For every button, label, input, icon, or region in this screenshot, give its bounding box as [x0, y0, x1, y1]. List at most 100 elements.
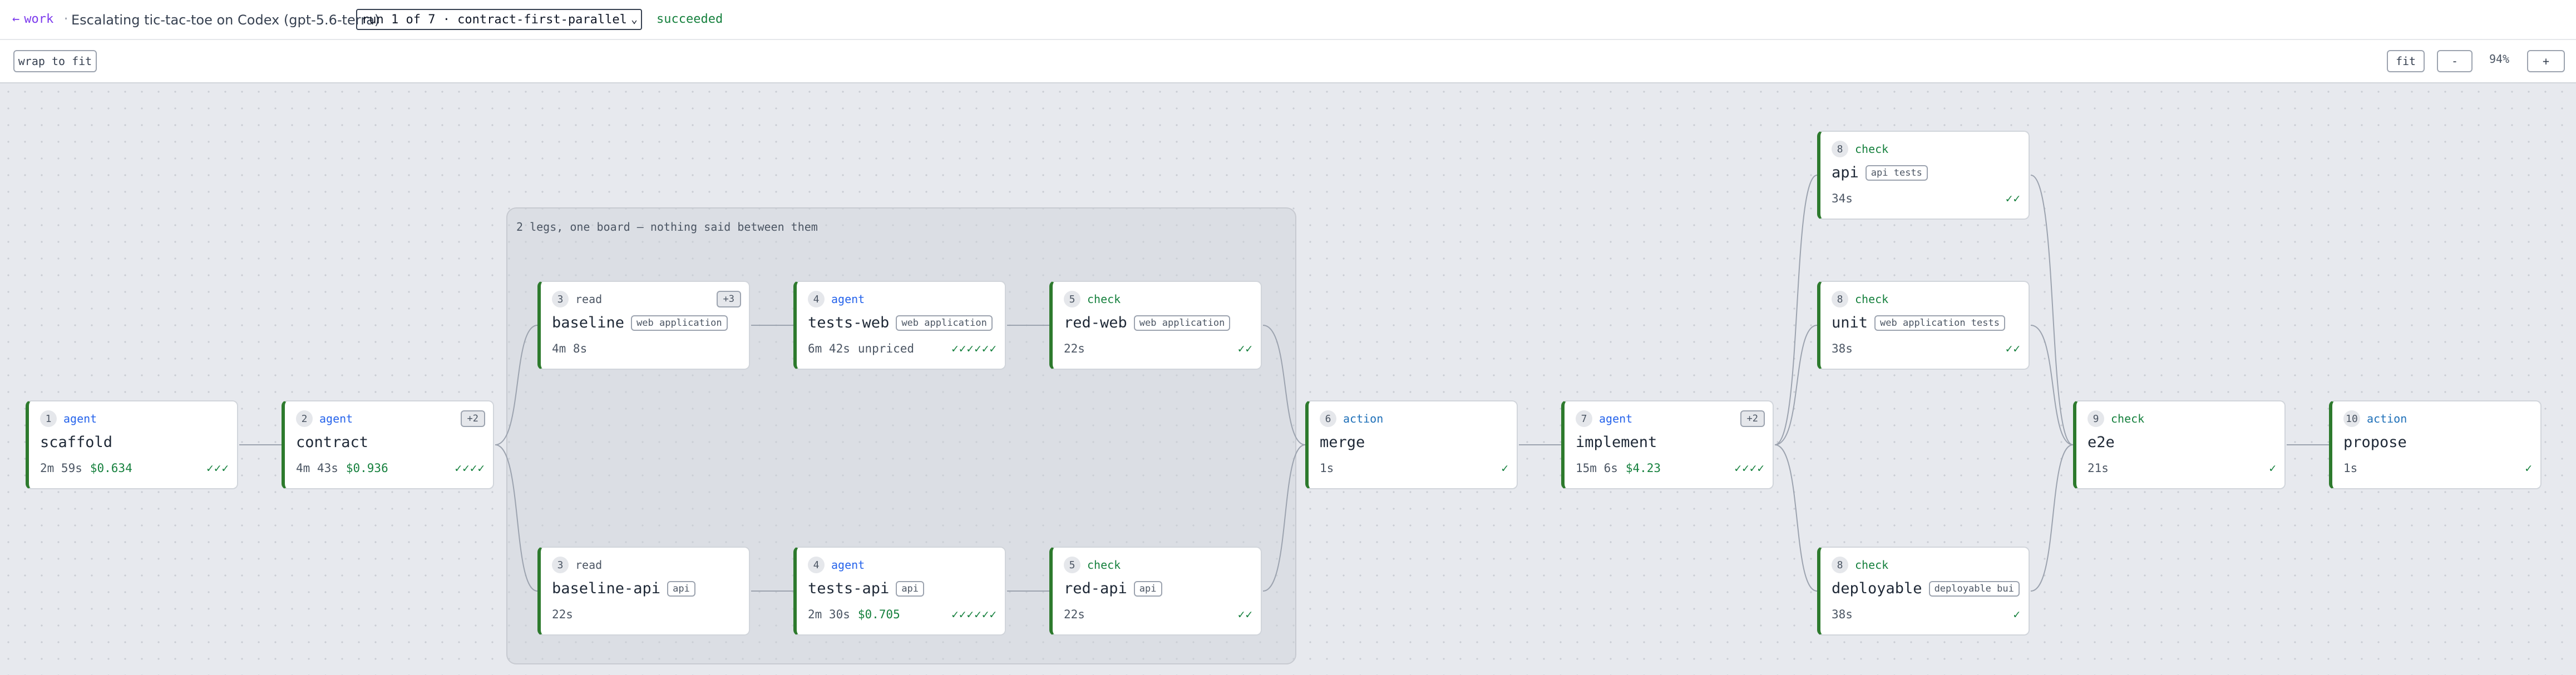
- node-name-row: propose: [2343, 434, 2533, 451]
- step-number: 5: [1064, 557, 1080, 573]
- node-duration: 22s: [1064, 608, 1085, 621]
- node-duration: 2m 30s: [808, 608, 850, 621]
- node-deployable[interactable]: 8 check deployable deployable bui 38s ✓: [1817, 547, 2030, 636]
- node-merge[interactable]: 6 action merge 1s ✓: [1305, 400, 1518, 489]
- node-header: 8 check: [1832, 141, 1888, 157]
- top-bar: ← work · Escalating tic-tac-toe on Codex…: [0, 0, 2576, 40]
- node-kind: check: [2111, 412, 2145, 425]
- node-name-row: red-web web application: [1064, 314, 1253, 331]
- chevron-down-icon: ⌄: [628, 12, 638, 26]
- node-kind: check: [1855, 558, 1889, 572]
- node-e2e[interactable]: 9 check e2e 21s ✓: [2073, 400, 2286, 489]
- node-cost: $0.936: [346, 461, 388, 475]
- status-badge: succeeded: [657, 12, 723, 26]
- node-name-row: implement: [1576, 434, 1765, 451]
- node-meta: 34s: [1832, 192, 1853, 205]
- zoom-out-button[interactable]: -: [2437, 50, 2473, 72]
- node-name-row: api api tests: [1832, 164, 2021, 181]
- node-name-row: baseline-api api: [552, 580, 741, 597]
- node-baseline-api[interactable]: 3 read baseline-api api 22s: [537, 547, 750, 636]
- node-meta: 22s: [552, 608, 573, 621]
- node-header: 8 check: [1832, 291, 1888, 307]
- node-header: 3 read: [552, 291, 602, 307]
- node-meta: 22s: [1064, 608, 1085, 621]
- node-red-api[interactable]: 5 check red-api api 22s ✓✓: [1049, 547, 1262, 636]
- node-contract[interactable]: 2 agent +2 contract 4m 43s $0.936 ✓✓✓✓: [282, 400, 494, 489]
- node-api[interactable]: 8 check api api tests 34s ✓✓: [1817, 131, 2030, 220]
- node-scaffold[interactable]: 1 agent scaffold 2m 59s $0.634 ✓✓✓: [26, 400, 238, 489]
- node-tests-web[interactable]: 4 agent tests-web web application 6m 42s…: [793, 281, 1006, 370]
- node-meta: 38s: [1832, 608, 1853, 621]
- step-number: 8: [1832, 557, 1848, 573]
- node-checks: ✓✓✓✓✓✓: [951, 342, 997, 355]
- back-label: work: [24, 12, 54, 26]
- node-header: 10 action: [2343, 410, 2407, 427]
- node-name: baseline: [552, 314, 625, 331]
- node-name: tests-web: [808, 314, 890, 331]
- node-name: implement: [1576, 434, 1657, 451]
- step-number: 9: [2088, 410, 2104, 427]
- node-meta: 4m 8s: [552, 342, 587, 355]
- step-number: 5: [1064, 291, 1080, 307]
- step-number: 3: [552, 291, 569, 307]
- node-kind: check: [1087, 292, 1121, 306]
- node-duration: 21s: [2088, 461, 2109, 475]
- step-number: 2: [296, 410, 313, 427]
- node-header: 7 agent: [1576, 410, 1632, 427]
- node-tag: api: [667, 580, 695, 597]
- node-meta: 15m 6s $4.23: [1576, 461, 1661, 475]
- more-badge[interactable]: +3: [716, 291, 741, 307]
- node-unit[interactable]: 8 check unit web application tests 38s ✓…: [1817, 281, 2030, 370]
- node-duration: 1s: [2343, 461, 2358, 475]
- more-badge[interactable]: +2: [460, 410, 485, 427]
- node-name: tests-api: [808, 580, 890, 597]
- back-link[interactable]: ← work: [12, 12, 53, 26]
- node-cost-note: unpriced: [857, 342, 915, 355]
- node-propose[interactable]: 10 action propose 1s ✓: [2329, 400, 2542, 489]
- node-kind: check: [1855, 142, 1889, 156]
- node-name: deployable: [1832, 580, 1922, 597]
- node-header: 6 action: [1320, 410, 1383, 427]
- node-kind: agent: [831, 292, 865, 306]
- node-kind: check: [1087, 558, 1121, 572]
- node-duration: 38s: [1832, 342, 1853, 355]
- run-select[interactable]: run 1 of 7 · contract-first-parallel ⌄: [356, 9, 642, 30]
- toolbar: wrap to fit fit - +: [0, 40, 2576, 83]
- node-implement[interactable]: 7 agent +2 implement 15m 6s $4.23 ✓✓✓✓: [1561, 400, 1774, 489]
- node-meta: 21s: [2088, 461, 2109, 475]
- step-number: 10: [2343, 410, 2360, 427]
- node-checks: ✓✓✓✓✓✓: [951, 608, 997, 621]
- node-tag: api: [1133, 580, 1162, 597]
- node-name-row: merge: [1320, 434, 1509, 451]
- node-red-web[interactable]: 5 check red-web web application 22s ✓✓: [1049, 281, 1262, 370]
- zoom-in-button[interactable]: +: [2527, 50, 2565, 72]
- node-cost: $4.23: [1625, 461, 1661, 475]
- zoom-level: 94%: [2489, 52, 2510, 66]
- node-kind: agent: [319, 412, 353, 425]
- node-meta: 22s: [1064, 342, 1085, 355]
- node-duration: 15m 6s: [1576, 461, 1618, 475]
- node-meta: 2m 30s $0.705: [808, 608, 900, 621]
- fit-button[interactable]: fit: [2387, 50, 2425, 72]
- node-cost: $0.634: [90, 461, 132, 475]
- node-name: e2e: [2088, 434, 2115, 451]
- node-kind: action: [1343, 412, 1384, 425]
- node-duration: 2m 59s: [40, 461, 82, 475]
- node-header: 4 agent: [808, 291, 865, 307]
- node-checks: ✓✓: [2005, 192, 2021, 205]
- node-name-row: unit web application tests: [1832, 314, 2021, 331]
- node-name: contract: [296, 434, 369, 451]
- node-baseline[interactable]: 3 read +3 baseline web application 4m 8s: [537, 281, 750, 370]
- more-badge[interactable]: +2: [1740, 410, 1765, 427]
- node-name-row: contract: [296, 434, 485, 451]
- node-tag: web application: [631, 315, 728, 331]
- wrap-to-fit-button[interactable]: wrap to fit: [13, 50, 97, 72]
- node-tests-api[interactable]: 4 agent tests-api api 2m 30s $0.705 ✓✓✓✓…: [793, 547, 1006, 636]
- node-checks: ✓✓: [2005, 342, 2021, 355]
- node-duration: 34s: [1832, 192, 1853, 205]
- node-name-row: e2e: [2088, 434, 2277, 451]
- node-tag: web application: [1133, 315, 1231, 331]
- node-name: baseline-api: [552, 580, 661, 597]
- node-name: red-api: [1064, 580, 1127, 597]
- step-number: 3: [552, 557, 569, 573]
